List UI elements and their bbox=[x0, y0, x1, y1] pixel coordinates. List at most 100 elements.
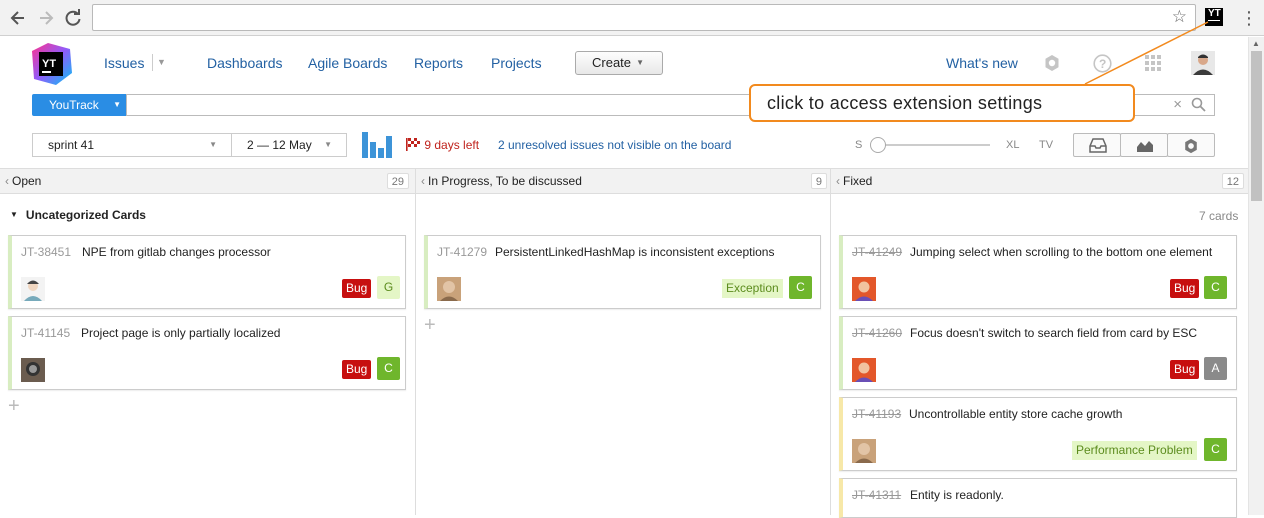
card-size-slider-handle[interactable] bbox=[870, 137, 886, 153]
assignee-badge[interactable]: G bbox=[377, 276, 400, 299]
collapse-swimlane-icon[interactable]: ▼ bbox=[10, 210, 18, 219]
column-headers: ‹ Open 29 ‹ In Progress, To be discussed 9… bbox=[0, 168, 1248, 194]
issue-summary[interactable]: PersistentLinkedHashMap is inconsistent … bbox=[495, 245, 774, 259]
issue-card[interactable]: JT-41260 Focus doesn't switch to search … bbox=[839, 316, 1237, 390]
issue-summary[interactable]: Project page is only partially localized bbox=[81, 326, 280, 340]
issue-summary[interactable]: Uncontrollable entity store cache growth bbox=[909, 407, 1122, 421]
add-card-icon[interactable]: + bbox=[8, 396, 20, 416]
nav-separator bbox=[152, 54, 153, 71]
unresolved-issues-link[interactable]: 2 unresolved issues not visible on the b… bbox=[498, 138, 731, 152]
nav-projects[interactable]: Projects bbox=[491, 55, 542, 71]
tv-mode-label[interactable]: TV bbox=[1039, 139, 1053, 151]
search-context-dropdown-icon: ▼ bbox=[113, 100, 121, 109]
backlog-button[interactable] bbox=[1073, 133, 1121, 157]
svg-text:?: ? bbox=[1099, 57, 1106, 71]
issue-summary[interactable]: NPE from gitlab changes processor bbox=[82, 245, 271, 259]
address-bar[interactable]: ☆ bbox=[92, 4, 1196, 31]
board-settings-button[interactable] bbox=[1167, 133, 1215, 157]
nav-agile-boards[interactable]: Agile Boards bbox=[308, 55, 387, 71]
callout-text: click to access extension settings bbox=[767, 93, 1043, 113]
scrollbar-thumb[interactable] bbox=[1251, 51, 1262, 201]
issue-id[interactable]: JT-41311 bbox=[852, 488, 901, 502]
column-count: 9 bbox=[810, 173, 827, 189]
clear-search-icon[interactable]: × bbox=[1173, 96, 1182, 113]
issue-card[interactable]: JT-41311 Entity is readonly. bbox=[839, 478, 1237, 518]
issue-id[interactable]: JT-41260 bbox=[852, 326, 902, 340]
gear-icon bbox=[1185, 138, 1197, 154]
create-button[interactable]: Create ▼ bbox=[575, 51, 663, 75]
reporter-avatar bbox=[852, 358, 876, 382]
issue-card[interactable]: JT-41279 PersistentLinkedHashMap is inco… bbox=[424, 235, 821, 309]
back-arrow-icon[interactable] bbox=[8, 8, 28, 28]
issue-card[interactable]: JT-41193 Uncontrollable entity store cac… bbox=[839, 397, 1237, 471]
browser-menu-icon[interactable]: ⋮ bbox=[1240, 6, 1258, 30]
user-avatar[interactable] bbox=[1191, 51, 1215, 75]
issue-summary[interactable]: Entity is readonly. bbox=[910, 488, 1004, 502]
sprint-selector-value: sprint 41 bbox=[48, 138, 95, 152]
column-divider bbox=[830, 168, 831, 515]
settings-icon[interactable] bbox=[1043, 54, 1061, 72]
search-context-button[interactable]: YouTrack ▼ bbox=[32, 94, 126, 116]
column-name: Fixed bbox=[843, 174, 873, 188]
issue-id[interactable]: JT-41193 bbox=[852, 407, 901, 421]
issue-type-tag: Bug bbox=[1170, 360, 1200, 379]
issue-id[interactable]: JT-38451 bbox=[21, 245, 71, 259]
collapse-column-icon[interactable]: ‹ bbox=[421, 174, 425, 188]
issue-type-tag: Bug bbox=[342, 360, 372, 379]
chevron-down-icon: ▼ bbox=[324, 140, 332, 149]
reload-icon[interactable] bbox=[63, 8, 83, 28]
nav-dashboards[interactable]: Dashboards bbox=[207, 55, 283, 71]
sprint-dates-value: 2 — 12 May bbox=[247, 138, 312, 152]
nav-whats-new[interactable]: What's new bbox=[946, 55, 1018, 71]
issue-summary[interactable]: Jumping select when scrolling to the bot… bbox=[910, 245, 1212, 259]
assignee-badge[interactable]: C bbox=[377, 357, 400, 380]
issue-id[interactable]: JT-41249 bbox=[852, 245, 902, 259]
issue-card[interactable]: JT-38451 NPE from gitlab changes process… bbox=[8, 235, 406, 309]
collapse-column-icon[interactable]: ‹ bbox=[836, 174, 840, 188]
finish-flag-icon bbox=[406, 138, 420, 151]
area-chart-icon bbox=[1137, 141, 1153, 152]
bookmark-star-icon[interactable]: ☆ bbox=[1172, 7, 1187, 27]
issue-summary[interactable]: Focus doesn't switch to search field fro… bbox=[910, 326, 1197, 340]
card-size-slider-track[interactable] bbox=[872, 144, 990, 146]
column-header-open[interactable]: ‹ Open 29 bbox=[5, 169, 413, 193]
add-card-icon[interactable]: + bbox=[424, 315, 436, 335]
assignee-badge[interactable]: A bbox=[1204, 357, 1227, 380]
swimlane-card-count: 7 cards bbox=[1199, 209, 1239, 223]
youtrack-logo[interactable]: YT bbox=[30, 43, 72, 85]
chart-button[interactable] bbox=[1120, 133, 1168, 157]
nav-issues[interactable]: Issues bbox=[104, 55, 144, 71]
swimlane-header[interactable]: ▼ Uncategorized Cards bbox=[10, 208, 146, 222]
column-count: 12 bbox=[1221, 173, 1244, 189]
issue-card[interactable]: JT-41145 Project page is only partially … bbox=[8, 316, 406, 390]
column-header-fixed[interactable]: ‹ Fixed 12 bbox=[836, 169, 1244, 193]
scroll-up-icon[interactable]: ▲ bbox=[1252, 39, 1260, 48]
issue-id[interactable]: JT-41279 bbox=[437, 245, 487, 259]
issue-id[interactable]: JT-41145 bbox=[21, 326, 70, 340]
assignee-badge[interactable]: C bbox=[1204, 438, 1227, 461]
search-icon[interactable] bbox=[1191, 97, 1206, 112]
column-header-in-progress[interactable]: ‹ In Progress, To be discussed 9 bbox=[421, 169, 827, 193]
chevron-down-icon: ▼ bbox=[209, 140, 217, 149]
issue-card[interactable]: JT-41249 Jumping select when scrolling t… bbox=[839, 235, 1237, 309]
reporter-avatar bbox=[437, 277, 461, 301]
burndown-chart-icon[interactable] bbox=[362, 132, 392, 158]
apps-grid-icon[interactable] bbox=[1144, 54, 1162, 72]
column-name: Open bbox=[12, 174, 42, 188]
issues-dropdown-icon[interactable]: ▼ bbox=[157, 57, 166, 67]
collapse-column-icon[interactable]: ‹ bbox=[5, 174, 9, 188]
sprint-dates-selector[interactable]: 2 — 12 May ▼ bbox=[231, 133, 347, 157]
issue-type-tag: Bug bbox=[1170, 279, 1200, 298]
assignee-badge[interactable]: C bbox=[1204, 276, 1227, 299]
card-size-xl-label: XL bbox=[1006, 139, 1020, 151]
create-button-label: Create bbox=[592, 55, 632, 70]
help-icon[interactable]: ? bbox=[1093, 54, 1112, 73]
forward-arrow-icon[interactable] bbox=[36, 8, 56, 28]
page-scrollbar[interactable]: ▲ bbox=[1248, 37, 1264, 515]
youtrack-extension-icon[interactable]: YT bbox=[1205, 8, 1223, 26]
create-dropdown-icon: ▼ bbox=[636, 58, 644, 67]
assignee-badge[interactable]: C bbox=[789, 276, 812, 299]
nav-reports[interactable]: Reports bbox=[414, 55, 463, 71]
column-count: 29 bbox=[386, 173, 409, 189]
sprint-selector[interactable]: sprint 41 ▼ bbox=[32, 133, 232, 157]
